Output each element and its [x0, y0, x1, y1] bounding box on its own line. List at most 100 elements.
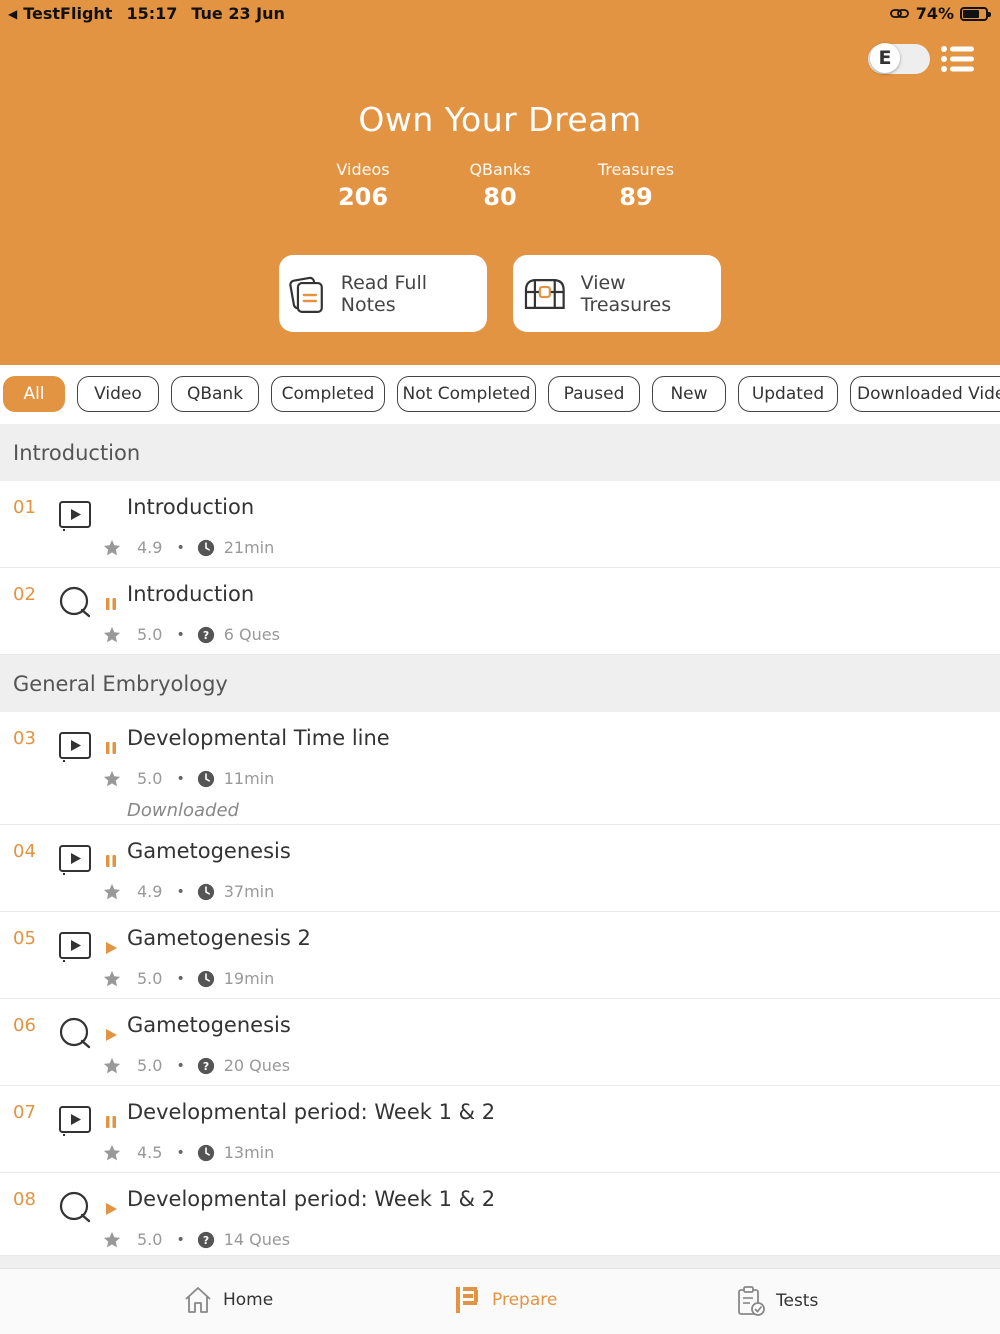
item-meta: 5.0 •? 14 Ques [103, 1230, 290, 1249]
star-icon [103, 970, 130, 988]
item-rating: 5.0 [137, 625, 163, 644]
home-icon [185, 1287, 211, 1313]
svg-text:?: ? [203, 1234, 209, 1247]
separator-dot: • [176, 1231, 185, 1248]
item-title: Developmental period: Week 1 & 2 [127, 1100, 496, 1124]
star-icon [103, 539, 130, 557]
separator-dot: • [176, 1144, 185, 1161]
item-duration: 11min [223, 769, 275, 788]
list-item[interactable]: 05 Gametogenesis 2 5.0 • 19min [0, 912, 1000, 999]
list-item[interactable]: 02 Introduction 5.0 •? 6 Ques [0, 568, 1000, 655]
star-icon [103, 1057, 130, 1075]
filter-new[interactable]: New [652, 376, 726, 412]
clock-icon [197, 883, 224, 901]
list-footer-divider [0, 1256, 1000, 1268]
status-bar: ◀ TestFlight 15:17 Tue 23 Jun 74% [0, 0, 1000, 28]
item-duration: 37min [223, 882, 275, 901]
list-item[interactable]: 04 Gametogenesis 4.9 • 37min [0, 825, 1000, 912]
filter-not-completed[interactable]: Not Completed [397, 376, 536, 412]
item-title: Gametogenesis [127, 839, 291, 863]
filter-completed[interactable]: Completed [271, 376, 385, 412]
stat-value: 206 [337, 183, 389, 211]
treasure-chest-icon [524, 278, 565, 309]
item-duration: 14 Ques [223, 1230, 291, 1249]
qbank-search-icon [58, 1016, 92, 1050]
question-icon: ? [197, 1231, 224, 1249]
stat-label: QBanks [469, 160, 531, 179]
clock-icon [197, 1144, 224, 1162]
item-duration: 19min [223, 969, 275, 988]
tab-bar: Home Prepare Tests [0, 1268, 1000, 1334]
play-triangle-icon [104, 1201, 118, 1215]
item-duration: 20 Ques [223, 1056, 291, 1075]
item-title: Introduction [127, 582, 255, 606]
language-toggle[interactable]: E [868, 43, 930, 74]
status-time: 15:17 [126, 4, 178, 23]
item-rating: 5.0 [137, 1056, 163, 1075]
separator-dot: • [176, 770, 185, 787]
read-full-notes-label: Read Full Notes [340, 271, 428, 316]
item-meta: 4.9 • 37min [103, 882, 274, 901]
item-number: 03 [13, 728, 36, 749]
item-title: Gametogenesis [127, 1013, 291, 1037]
tests-icon [738, 1286, 765, 1316]
video-play-icon [58, 842, 92, 876]
item-meta: 5.0 •? 6 Ques [103, 625, 280, 644]
filter-downloaded-videos[interactable]: Downloaded Videos [850, 376, 1000, 412]
play-triangle-icon [104, 940, 118, 954]
separator-dot: • [176, 1057, 185, 1074]
toggle-knob: E [870, 43, 900, 73]
item-title: Introduction [127, 495, 255, 519]
page-title: Own Your Dream [358, 100, 642, 139]
header: ◀ TestFlight 15:17 Tue 23 Jun 74% E Own … [0, 0, 1000, 365]
back-arrow-icon[interactable]: ◀ [8, 7, 17, 21]
tab-home[interactable]: Home [183, 1285, 273, 1315]
back-app-label[interactable]: TestFlight [23, 4, 112, 23]
play-triangle-icon [104, 1027, 118, 1041]
stat-label: Treasures [597, 160, 675, 179]
item-rating: 5.0 [137, 969, 163, 988]
qbank-search-icon [58, 585, 92, 619]
filter-video[interactable]: Video [77, 376, 159, 412]
item-meta: 5.0 •? 20 Ques [103, 1056, 290, 1075]
section-header: General Embryology [0, 655, 1000, 712]
list-item[interactable]: 07 Developmental period: Week 1 & 2 4.5 • 13… [0, 1086, 1000, 1173]
item-number: 01 [13, 497, 36, 518]
list-item[interactable]: 03 Developmental Time line 5.0 • 11min Downlo… [0, 712, 1000, 825]
svg-text:?: ? [203, 629, 209, 642]
item-meta: 5.0 • 11min [103, 769, 274, 788]
view-treasures-button[interactable]: View Treasures [513, 255, 721, 332]
clock-icon [197, 770, 224, 788]
item-number: 08 [13, 1189, 36, 1210]
item-title: Developmental period: Week 1 & 2 [127, 1187, 496, 1211]
stat-videos: Videos 206 [293, 160, 433, 211]
read-full-notes-button[interactable]: Read Full Notes [279, 255, 487, 332]
stat-qbanks: QBanks 80 [430, 160, 570, 211]
item-meta: 5.0 • 19min [103, 969, 274, 988]
item-number: 05 [13, 928, 36, 949]
paused-icon [104, 596, 118, 610]
list-menu-icon[interactable] [940, 44, 976, 74]
item-title: Gametogenesis 2 [127, 926, 311, 950]
battery-level [963, 9, 980, 18]
separator-dot: • [176, 883, 185, 900]
tab-tests[interactable]: Tests [736, 1285, 818, 1317]
filter-updated[interactable]: Updated [738, 376, 838, 412]
clock-icon [197, 970, 224, 988]
filter-qbank[interactable]: QBank [171, 376, 259, 412]
video-play-icon [58, 729, 92, 763]
item-duration: 6 Ques [223, 625, 280, 644]
video-play-icon [58, 498, 92, 532]
filter-paused[interactable]: Paused [548, 376, 640, 412]
view-treasures-label: View Treasures [580, 271, 672, 316]
list-item[interactable]: 01 Introduction 4.9 • 21min [0, 481, 1000, 568]
item-rating: 5.0 [137, 1230, 163, 1249]
list-item[interactable]: 08 Developmental period: Week 1 & 2 5.0 •? 1… [0, 1173, 1000, 1256]
item-duration: 21min [223, 538, 275, 557]
list-item[interactable]: 06 Gametogenesis 5.0 •? 20 Ques [0, 999, 1000, 1086]
item-duration: 13min [223, 1143, 275, 1162]
tab-label: Home [223, 1290, 274, 1310]
tab-label: Prepare [492, 1290, 558, 1310]
tab-prepare[interactable]: Prepare [454, 1285, 557, 1315]
filter-all[interactable]: All [3, 376, 65, 412]
